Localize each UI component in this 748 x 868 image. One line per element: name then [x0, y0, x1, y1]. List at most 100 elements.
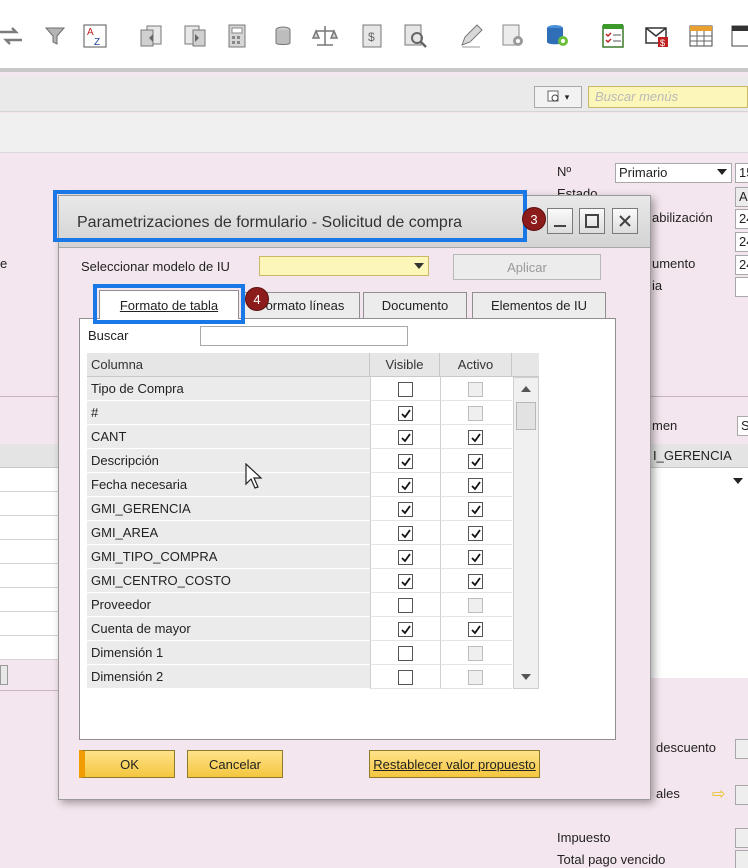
table-row[interactable]: [0, 516, 60, 540]
table-row[interactable]: [0, 468, 60, 492]
grid-right-area[interactable]: [650, 468, 748, 678]
search-label: Buscar: [88, 328, 129, 343]
column-header-name[interactable]: Columna: [87, 353, 370, 377]
filter-icon[interactable]: [40, 20, 70, 52]
menu-search-input[interactable]: Buscar menús: [588, 86, 748, 108]
visible-checkbox[interactable]: [398, 454, 413, 469]
search-scope-icon: [547, 90, 559, 102]
grid-header: Columna Visible Activo: [87, 353, 539, 377]
calculator-icon[interactable]: [222, 20, 252, 52]
table-row[interactable]: [0, 540, 60, 564]
svg-text:$: $: [368, 30, 375, 44]
edit-icon[interactable]: [456, 20, 486, 52]
table-row[interactable]: Dimensión 1: [87, 641, 539, 665]
scroll-up-icon[interactable]: [514, 382, 538, 396]
checklist-icon[interactable]: [598, 20, 628, 52]
active-checkbox[interactable]: [468, 550, 483, 565]
document-date-field[interactable]: 24: [735, 255, 748, 275]
search-scope-button[interactable]: ▾: [534, 86, 582, 108]
required-date-field[interactable]: [735, 277, 748, 297]
spreadsheet-icon[interactable]: [686, 20, 716, 52]
column-header-visible[interactable]: Visible: [370, 353, 440, 377]
scroll-thumb[interactable]: [516, 402, 536, 430]
table-row[interactable]: [0, 636, 60, 660]
apply-button[interactable]: Aplicar: [453, 254, 601, 280]
table-row[interactable]: #: [87, 401, 539, 425]
numbering-series-select[interactable]: Primario: [615, 163, 732, 183]
ok-button[interactable]: OK: [79, 750, 175, 778]
window-icon[interactable]: [728, 20, 748, 52]
sort-az-icon[interactable]: AZ: [80, 20, 110, 52]
table-row[interactable]: Fecha necesaria: [87, 473, 539, 497]
active-checkbox[interactable]: [468, 526, 483, 541]
table-row[interactable]: [0, 492, 60, 516]
table-row[interactable]: GMI_GERENCIA: [87, 497, 539, 521]
table-row[interactable]: [0, 612, 60, 636]
active-checkbox[interactable]: [468, 622, 483, 637]
document-number-field[interactable]: 15: [735, 163, 748, 183]
visible-checkbox[interactable]: [398, 502, 413, 517]
active-checkbox[interactable]: [468, 454, 483, 469]
tab-document[interactable]: Documento: [363, 292, 467, 318]
visible-checkbox[interactable]: [398, 598, 413, 613]
settings-doc-icon[interactable]: [498, 20, 528, 52]
link-arrow-icon[interactable]: ⇨: [712, 784, 725, 804]
database-gear-icon[interactable]: [542, 20, 572, 52]
copy-to-icon[interactable]: [180, 20, 210, 52]
visible-checkbox[interactable]: [398, 382, 413, 397]
close-button[interactable]: [612, 208, 638, 234]
reset-default-button[interactable]: Restablecer valor propuesto: [369, 750, 540, 778]
transfer-icon[interactable]: [0, 20, 26, 52]
copy-from-icon[interactable]: [136, 20, 166, 52]
active-checkbox[interactable]: [468, 478, 483, 493]
bin-icon[interactable]: [268, 20, 298, 52]
table-row[interactable]: Tipo de Compra: [87, 377, 539, 401]
table-row[interactable]: GMI_CENTRO_COSTO: [87, 569, 539, 593]
table-row[interactable]: Cuenta de mayor: [87, 617, 539, 641]
grid-scrollbar[interactable]: [513, 377, 539, 689]
ui-model-select[interactable]: [259, 256, 429, 276]
column-search-input[interactable]: [200, 326, 408, 346]
table-row[interactable]: Descripción: [87, 449, 539, 473]
minimize-button[interactable]: [547, 208, 573, 234]
price-list-icon[interactable]: $: [357, 20, 387, 52]
visible-checkbox[interactable]: [398, 574, 413, 589]
totals-field[interactable]: [735, 785, 748, 805]
cancel-button[interactable]: Cancelar: [187, 750, 283, 778]
visible-checkbox[interactable]: [398, 622, 413, 637]
dialog-title-bar[interactable]: Parametrizaciones de formulario - Solici…: [59, 196, 650, 248]
visible-checkbox[interactable]: [398, 478, 413, 493]
valid-until-field[interactable]: 24: [735, 232, 748, 252]
inspect-icon[interactable]: [400, 20, 430, 52]
active-checkbox[interactable]: [468, 430, 483, 445]
table-row[interactable]: Proveedor: [87, 593, 539, 617]
visible-checkbox[interactable]: [398, 550, 413, 565]
visible-checkbox[interactable]: [398, 646, 413, 661]
svg-text:A: A: [87, 27, 94, 38]
posting-date-field[interactable]: 24: [735, 209, 748, 229]
table-row[interactable]: [0, 588, 60, 612]
scroll-down-icon[interactable]: [514, 670, 538, 684]
tab-ui-elements[interactable]: Elementos de IU: [472, 292, 606, 318]
visible-checkbox[interactable]: [398, 430, 413, 445]
mail-export-icon[interactable]: $: [642, 20, 672, 52]
visible-checkbox[interactable]: [398, 670, 413, 685]
left-button-fragment[interactable]: [0, 665, 8, 685]
balance-icon[interactable]: [310, 20, 340, 52]
active-checkbox[interactable]: [468, 574, 483, 589]
maximize-button[interactable]: [579, 208, 605, 234]
chevron-down-icon[interactable]: [733, 478, 743, 484]
summary-select[interactable]: S: [737, 416, 748, 436]
visible-checkbox[interactable]: [398, 526, 413, 541]
column-header-active[interactable]: Activo: [440, 353, 512, 377]
table-row[interactable]: GMI_TIPO_COMPRA: [87, 545, 539, 569]
active-checkbox[interactable]: [468, 502, 483, 517]
visible-checkbox[interactable]: [398, 406, 413, 421]
table-row[interactable]: [0, 564, 60, 588]
active-checkbox: [468, 382, 483, 397]
table-row[interactable]: CANT: [87, 425, 539, 449]
tab-table-format[interactable]: Formato de tabla: [99, 290, 239, 319]
table-row[interactable]: Dimensión 2: [87, 665, 539, 689]
table-row[interactable]: GMI_AREA: [87, 521, 539, 545]
discount-field[interactable]: [735, 739, 748, 759]
